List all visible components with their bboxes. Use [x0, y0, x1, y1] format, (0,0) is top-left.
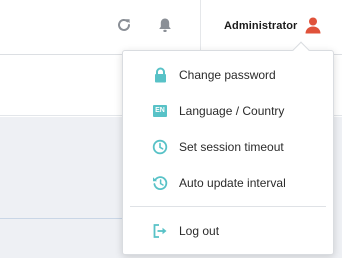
menu-item-log-out[interactable]: Log out — [123, 215, 333, 247]
menu-item-language-country[interactable]: EN Language / Country — [123, 95, 333, 127]
language-badge: EN — [153, 105, 167, 117]
bell-icon[interactable] — [156, 16, 174, 34]
user-name[interactable]: Administrator — [224, 20, 297, 32]
content-divider — [0, 218, 130, 219]
menu-separator — [130, 206, 326, 207]
menu-item-auto-update[interactable]: Auto update interval — [123, 167, 333, 199]
header-divider — [200, 0, 201, 55]
menu-item-change-password[interactable]: Change password — [123, 59, 333, 91]
user-icon[interactable] — [304, 16, 322, 34]
menu-item-label: Auto update interval — [179, 176, 286, 190]
menu-item-session-timeout[interactable]: Set session timeout — [123, 131, 333, 163]
refresh-icon[interactable] — [115, 16, 133, 34]
menu-item-label: Change password — [179, 68, 276, 82]
menu-item-label: Set session timeout — [179, 140, 284, 154]
logout-icon — [152, 223, 168, 239]
user-dropdown-menu: Change password EN Language / Country Se… — [122, 41, 334, 255]
auto-update-icon — [152, 175, 168, 191]
menu-item-label: Language / Country — [179, 104, 285, 118]
top-header: Administrator — [0, 0, 342, 55]
clock-icon — [152, 139, 168, 155]
menu-item-label: Log out — [179, 224, 220, 238]
language-icon: EN — [152, 103, 168, 119]
lock-icon — [152, 67, 168, 83]
